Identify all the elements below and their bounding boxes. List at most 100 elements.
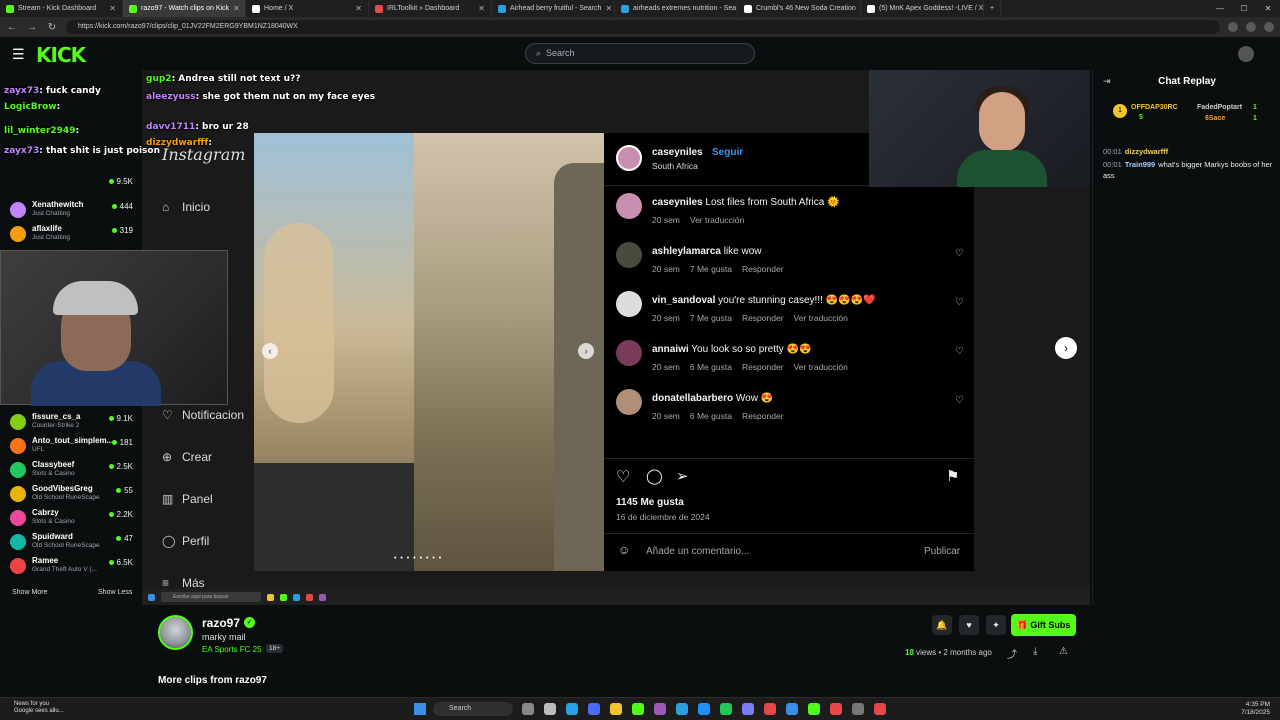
browser-tab[interactable]: IRLToolkit » Dashboard ✕ [369,0,492,17]
sidebar-channel[interactable]: Classybeef Slots & Casino 2.5K [10,460,135,484]
comment-user: annaiwi [652,344,689,355]
minimize-icon[interactable]: — [1208,0,1232,17]
search-input[interactable]: ⌕ Search [525,43,755,64]
taskbar-app-icon[interactable] [742,703,754,715]
emoji-icon: ☺ [618,543,631,557]
menu-icon[interactable]: ☰ [12,46,25,63]
reload-icon[interactable]: ↻ [46,22,58,33]
instagram-nav-item: ♡ Notificacion [162,408,282,422]
overlay-chat-user: davv1711 [146,122,196,132]
tab-close-icon[interactable]: ✕ [478,4,485,13]
browser-tab[interactable]: Home / X ✕ [246,0,369,17]
streamer-avatar[interactable] [158,615,193,650]
windows-start-icon[interactable] [414,703,426,715]
video-player[interactable]: ‹ › • • • • • • • • caseyniles Seguir So… [142,70,1090,605]
taskbar-app-icon[interactable] [544,703,556,715]
taskbar-app-icon[interactable] [698,703,710,715]
extension-icon[interactable] [1246,22,1256,32]
comment-meta: 20 sem Ver traducción [652,215,754,225]
back-icon[interactable]: ← [6,22,18,33]
profile-icon[interactable] [1264,22,1274,32]
taskbar-app-icon[interactable] [764,703,776,715]
comment: vin_sandoval you're stunning casey!!! 😍😍… [652,295,875,306]
streamer-name[interactable]: razo97 [202,616,240,630]
magic-icon[interactable]: ✦ [986,615,1006,635]
url-field[interactable]: https://kick.com/razo97/clips/clip_01JV2… [66,20,1220,34]
taskbar-search[interactable]: Search [433,702,513,716]
news-widget[interactable]: News for you Google sees allu... [14,701,64,715]
next-clip-button[interactable]: › [1055,337,1077,359]
nav-icon: ≡ [162,576,170,590]
gift-subs-button[interactable]: 🎁 Gift Subs [1011,614,1076,636]
taskbar-app-icon[interactable] [632,703,644,715]
taskbar-app-icon[interactable] [654,703,666,715]
taskbar-app-icon[interactable] [676,703,688,715]
download-icon[interactable]: ⤓ [1033,646,1037,657]
nav-label: Perfil [182,534,210,548]
taskbar-app-icon[interactable] [610,703,622,715]
new-tab-button[interactable]: + [984,0,1002,17]
browser-tab[interactable]: (5) MnK Apex Goddess! -LIVE / X✕ [861,0,984,17]
comment-meta-item: Responder [741,411,784,421]
taskbar-app-icon[interactable] [720,703,732,715]
user-avatar[interactable] [1238,46,1254,62]
browser-tab[interactable]: Airhead berry fruitful - Search ✕ [492,0,615,17]
chat-user[interactable]: Train999 [1125,160,1155,169]
follow-heart-icon[interactable]: ♥ [959,615,979,635]
nav-label: Inicio [182,200,211,214]
tab-close-icon[interactable]: ✕ [233,4,240,13]
sidebar-channel[interactable]: fissure_cs_a Counter-Strike 2 9.1K [10,412,135,436]
sidebar-channel[interactable]: Anto_tout_simplem... UFL 181 [10,436,135,460]
taskbar-app-icon[interactable] [874,703,886,715]
sidebar-channel[interactable]: Spuidward Old School RuneScape 47 [10,532,135,556]
comment-meta: 20 sem 7 Me gusta Responder [652,264,794,274]
extension-icon[interactable] [1228,22,1238,32]
report-icon[interactable]: ⚠ [1059,646,1068,657]
tab-close-icon[interactable]: ✕ [109,4,116,13]
sidebar-channel[interactable]: Cabrzy Slots & Casino 2.2K [10,508,135,532]
viewer-count: 2.5K [109,462,133,471]
tab-close-icon[interactable]: ✕ [355,4,362,13]
forward-icon[interactable]: → [26,22,38,33]
browser-tab[interactable]: Crumbl's 46 New Soda Creation✕ [738,0,861,17]
maximize-icon[interactable]: ☐ [1232,0,1256,17]
close-icon[interactable]: ✕ [1256,0,1280,17]
sidebar-channel[interactable]: GoodVibesGreg Old School RuneScape 55 [10,484,135,508]
category-link[interactable]: EA Sports FC 25 [202,645,262,654]
overlay-chat-text: bro ur 28 [202,122,249,132]
overlay-chat-message: aleezyuss: she got them nut on my face e… [146,92,376,102]
tab-close-icon[interactable]: ✕ [605,4,612,13]
comment-like-icon: ♡ [955,395,964,406]
sidebar-channel[interactable]: Xenathewitch Just Chatting 444 [10,200,135,224]
comment-meta-item: Responder [741,313,784,323]
chat-user[interactable]: dizzydwarfff [1125,147,1168,156]
sidebar-channel[interactable]: Ramee Grand Theft Auto V (... 6.5K [10,556,135,580]
taskbar-app-icon[interactable] [786,703,798,715]
taskbar-app-icon[interactable] [566,703,578,715]
overlay-chat-text: she got them nut on my face eyes [202,92,376,102]
taskbar-app-icon[interactable] [808,703,820,715]
channel-category: Just Chatting [32,234,70,241]
overlay-chat-user: zayx73 [4,86,40,96]
channel-category: UFL [32,446,45,453]
sidebar-first-row[interactable]: 9.5K [10,175,135,199]
comment-text: like wow [723,246,762,257]
tab-favicon-icon [867,4,875,13]
taskbar-app-icon[interactable] [588,703,600,715]
show-more-button[interactable]: Show More [12,589,47,596]
kick-logo[interactable]: KICK [36,43,86,67]
browser-tab[interactable]: airheads extremes nutrition - Sea✕ [615,0,738,17]
sidebar-channel[interactable]: aflaxlife Just Chatting 319 [10,224,135,248]
show-less-button[interactable]: Show Less [98,589,132,596]
comment-meta-item: Responder [741,362,784,372]
notification-bell-icon[interactable]: 🔔 [932,615,952,635]
browser-tab[interactable]: Stream - Kick Dashboard ✕ [0,0,123,17]
share-icon[interactable]: ⤴ [1007,646,1017,661]
taskbar-app-icon[interactable] [830,703,842,715]
browser-tab[interactable]: razo97 - Watch clips on Kick ✕ [123,0,246,17]
comment-like-icon: ♡ [955,297,964,308]
channel-category: Slots & Casino [32,470,75,477]
channel-avatar [10,486,26,502]
taskbar-app-icon[interactable] [852,703,864,715]
taskbar-app-icon[interactable] [522,703,534,715]
